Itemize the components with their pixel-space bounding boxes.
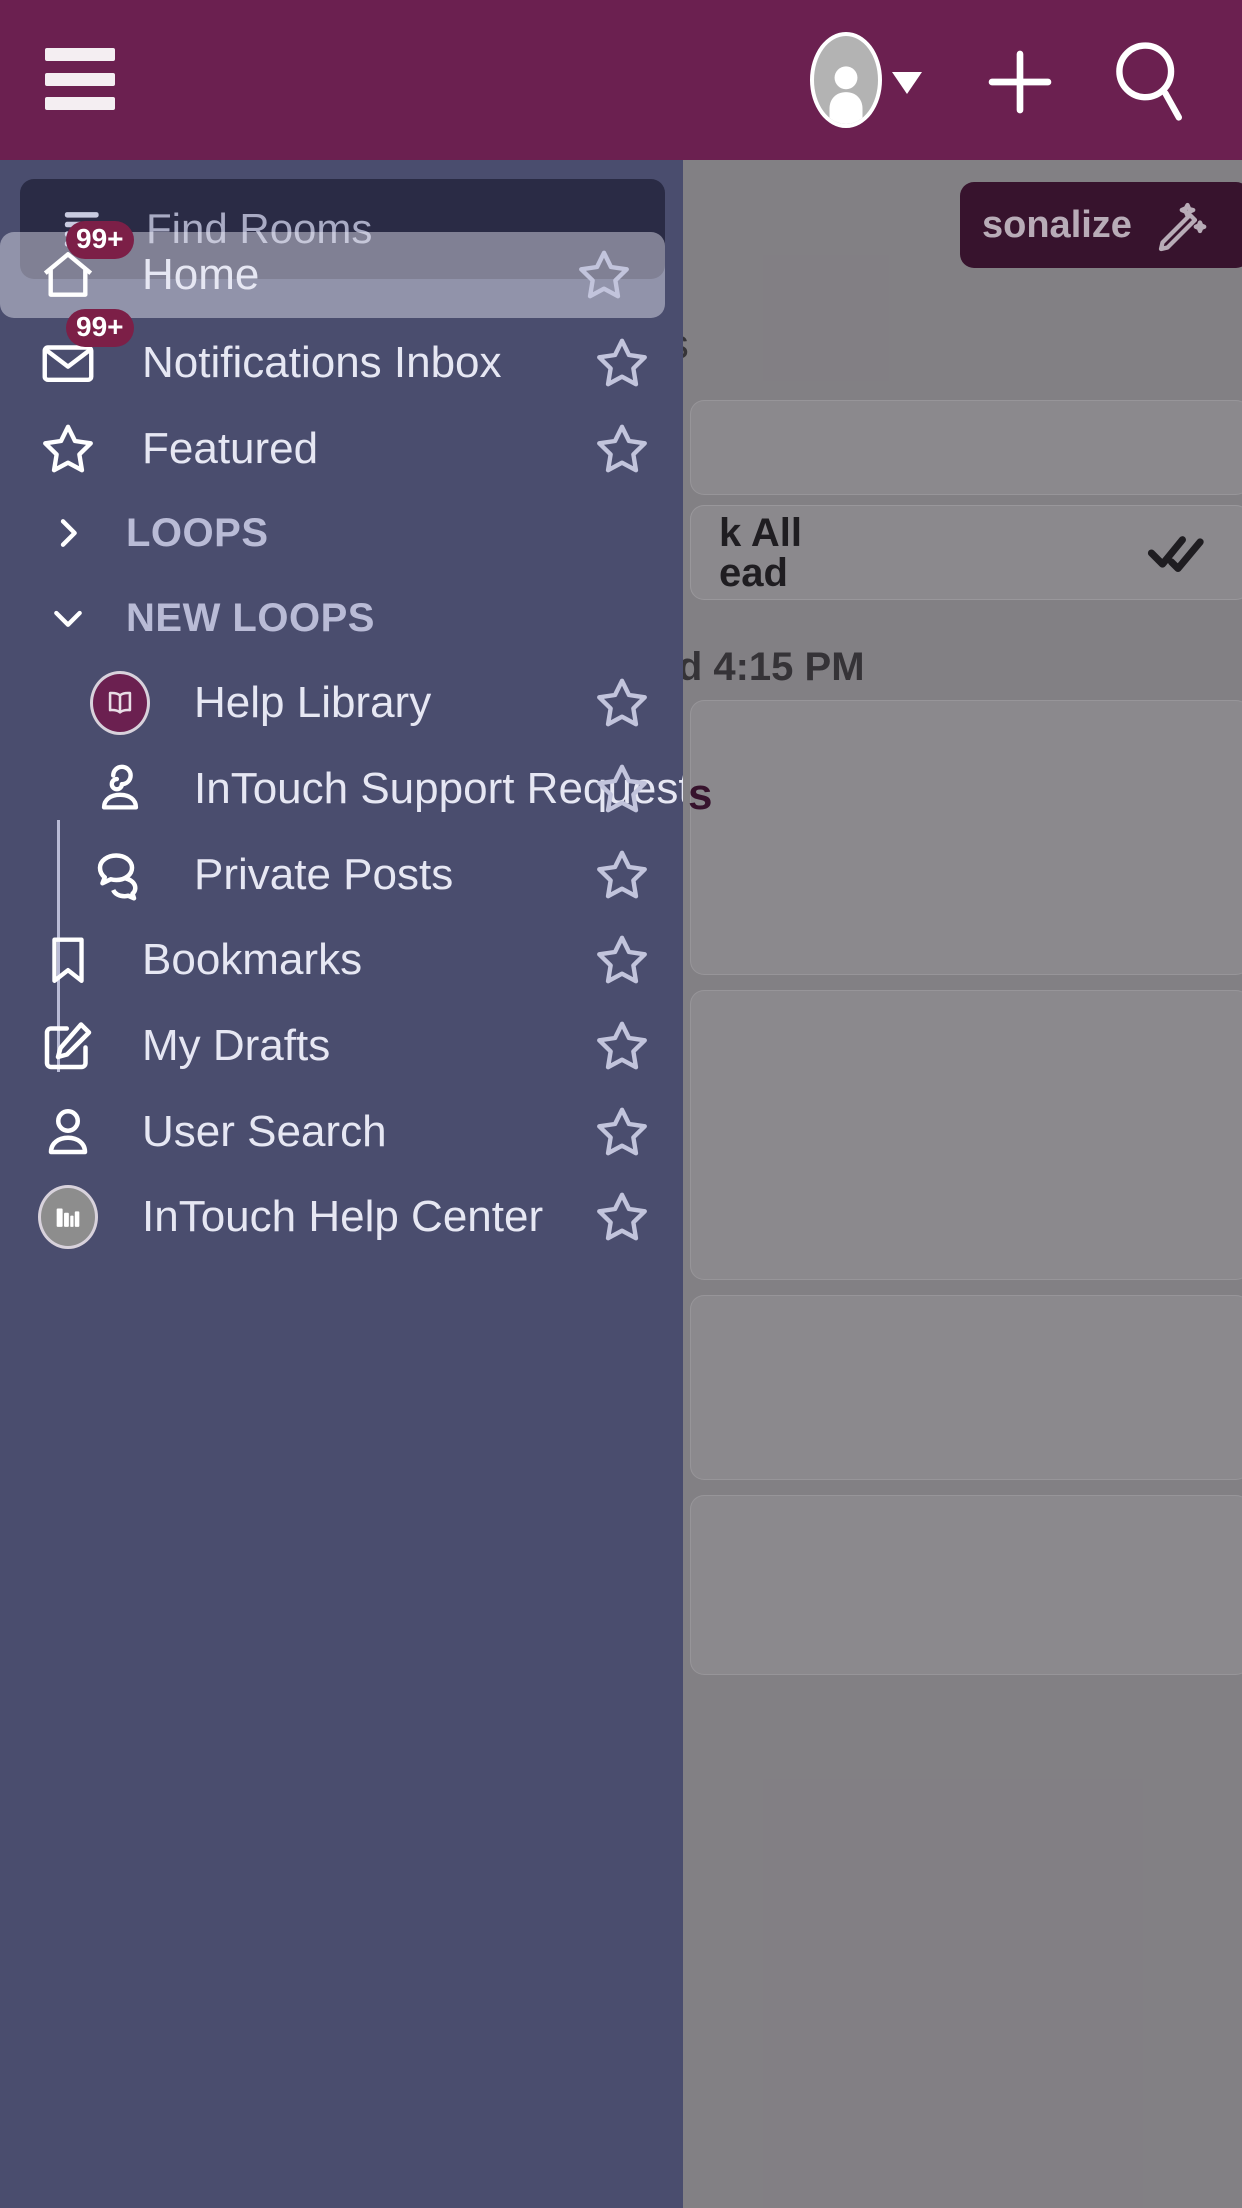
sidebar-item-user-search[interactable]: User Search <box>0 1089 683 1175</box>
sidebar-item-help-library[interactable]: Help Library <box>0 660 683 746</box>
sidebar-item-intouch-help-center[interactable]: InTouch Help Center <box>0 1174 683 1260</box>
sidebar-item-label: Help Library <box>194 678 432 727</box>
favorite-star-icon[interactable] <box>591 1101 653 1163</box>
notifications-badge: 99+ <box>66 309 134 347</box>
books-circle-icon <box>36 1185 100 1249</box>
home-badge: 99+ <box>66 221 134 259</box>
person-icon <box>36 1100 100 1164</box>
app-bar <box>0 0 1242 160</box>
favorite-star-icon[interactable] <box>591 929 653 991</box>
sidebar-section-label: NEW LOOPS <box>126 595 375 640</box>
sidebar-item-intouch-support-request[interactable]: InTouch Support Request <box>0 746 683 832</box>
home-icon: 99+ <box>36 221 134 307</box>
sidebar-item-label: Notifications Inbox <box>142 338 502 387</box>
search-icon[interactable] <box>1104 36 1190 128</box>
favorite-star-icon[interactable] <box>573 244 635 306</box>
sidebar-item-label: Private Posts <box>194 850 454 899</box>
pencil-square-icon <box>36 1014 100 1078</box>
sidebar-section-new-loops[interactable]: NEW LOOPS <box>0 575 683 661</box>
support-agent-icon <box>88 757 152 821</box>
favorite-star-icon[interactable] <box>591 418 653 480</box>
sidebar-section-label: LOOPS <box>126 510 269 555</box>
sidebar-item-label: Home <box>142 250 260 299</box>
chevron-right-icon <box>48 513 88 553</box>
sidebar-item-home[interactable]: 99+ Home <box>0 221 665 318</box>
sidebar-item-private-posts[interactable]: Private Posts <box>0 832 683 918</box>
bookmark-icon <box>36 928 100 992</box>
sidebar-item-label: User Search <box>142 1107 387 1156</box>
favorite-star-icon[interactable] <box>591 332 653 394</box>
favorite-star-icon[interactable] <box>591 758 653 820</box>
book-circle-icon <box>88 671 152 735</box>
user-avatar-icon[interactable] <box>810 32 882 128</box>
caret-down-icon[interactable] <box>892 72 922 94</box>
chevron-down-icon <box>48 598 88 638</box>
sidebar-item-label: My Drafts <box>142 1021 331 1070</box>
sidebar-item-featured[interactable]: Featured <box>0 406 683 492</box>
chat-bubbles-icon <box>88 843 152 907</box>
sidebar-item-bookmarks[interactable]: Bookmarks <box>0 917 683 1003</box>
plus-icon[interactable] <box>978 40 1062 124</box>
sidebar-item-my-drafts[interactable]: My Drafts <box>0 1003 683 1089</box>
navigation-drawer: Find Rooms 99+ Home 99+ Notifications In… <box>0 160 683 2208</box>
favorite-star-icon[interactable] <box>591 1015 653 1077</box>
sidebar-item-label: Bookmarks <box>142 935 363 984</box>
envelope-icon: 99+ <box>36 309 134 395</box>
hamburger-icon[interactable] <box>45 48 115 110</box>
sidebar-item-label: Featured <box>142 424 319 473</box>
sidebar-section-loops[interactable]: LOOPS <box>0 490 683 576</box>
favorite-star-icon[interactable] <box>591 672 653 734</box>
sidebar-item-label: InTouch Help Center <box>142 1192 544 1241</box>
account-menu[interactable] <box>810 32 922 128</box>
favorite-star-icon[interactable] <box>591 1186 653 1248</box>
star-outline-icon <box>36 417 100 481</box>
favorite-star-icon[interactable] <box>591 844 653 906</box>
sidebar-item-notifications-inbox[interactable]: 99+ Notifications Inbox <box>0 309 683 406</box>
